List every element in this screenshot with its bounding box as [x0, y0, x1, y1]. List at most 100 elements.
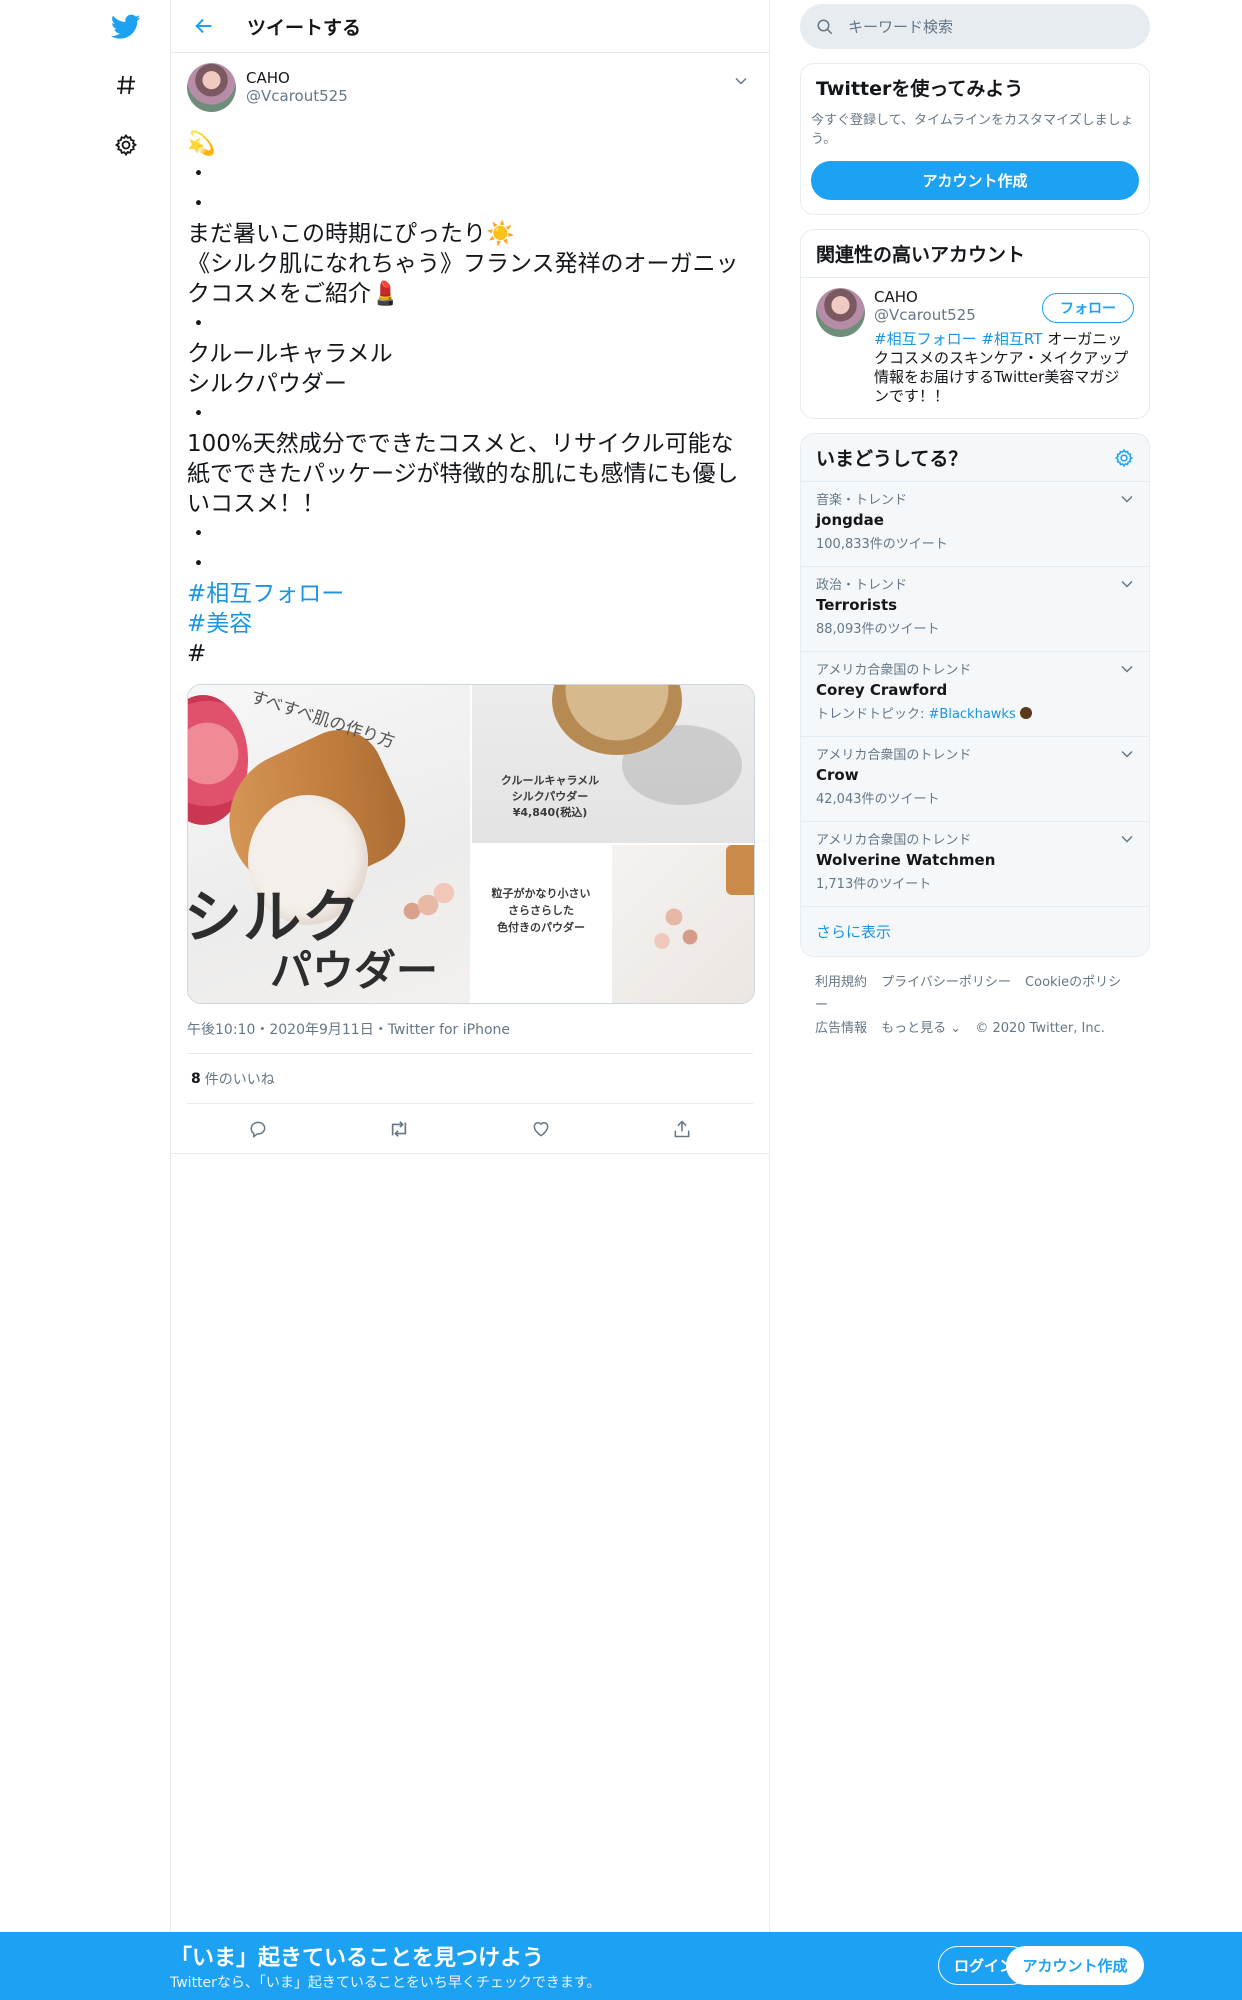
- signup-card-title: Twitterを使ってみよう: [816, 78, 1024, 100]
- chevron-down-icon[interactable]: [1120, 662, 1134, 676]
- trend-topic-hashtag[interactable]: #Blackhawks: [929, 707, 1016, 722]
- trends-settings-gear-icon[interactable]: [1114, 448, 1134, 468]
- trend-topic: トレンドトピック: #Blackhawks: [816, 706, 1134, 724]
- trend-category: 音楽・トレンド: [816, 493, 908, 508]
- hashtag-link[interactable]: #美容: [187, 609, 753, 639]
- footer: 利用規約 プライバシーポリシー Cookieのポリシー 広告情報 もっと見る ⌄…: [800, 957, 1150, 1054]
- footer-privacy-link[interactable]: プライバシーポリシー: [881, 975, 1011, 990]
- related-avatar[interactable]: [816, 288, 865, 337]
- left-nav: [0, 0, 170, 2000]
- related-accounts-card: 関連性の高いアカウント CAHO @Vcarout525 #相互フォロー #相互…: [800, 229, 1150, 419]
- tweet-line: 100%天然成分でできたコスメと、リサイクル可能な紙でできたパッケージが特徴的な…: [187, 431, 739, 517]
- tweet-line: 💫: [187, 131, 216, 157]
- related-bio: #相互フォロー #相互RT オーガニックコスメのスキンケア・メイクアップ情報をお…: [874, 330, 1134, 406]
- tweet-line: シルクパウダー: [187, 371, 347, 397]
- hashtag-link[interactable]: #相互フォロー: [187, 579, 753, 609]
- likes-number: 8: [191, 1070, 201, 1087]
- main-column: ツイートする CAHO @Vcarout525 💫 ・ ・ まだ暑いこの時期にぴ…: [170, 0, 770, 1932]
- trend-count: 1,713件のツイート: [816, 877, 932, 892]
- tweet-actions: [187, 1104, 753, 1153]
- tweet-line: クルールキャラメル: [187, 341, 393, 367]
- media-caption: パウダー: [270, 946, 439, 995]
- media-image-2[interactable]: クルールキャラメル シルクパウダー ¥4,840(税込): [472, 685, 754, 843]
- reply-icon[interactable]: [241, 1112, 275, 1146]
- chevron-down-icon[interactable]: [1120, 492, 1134, 506]
- chevron-down-icon[interactable]: [1120, 832, 1134, 846]
- trend-name: Terrorists: [816, 596, 898, 614]
- trend-item[interactable]: アメリカ合衆国のトレンド Corey Crawford トレンドトピック: #B…: [801, 652, 1149, 737]
- right-sidebar: キーワード検索 Twitterを使ってみよう 今すぐ登録して、タイムラインをカス…: [800, 0, 1150, 1054]
- create-account-button[interactable]: アカウント作成: [811, 161, 1139, 200]
- signup-button[interactable]: アカウント作成: [1006, 1946, 1144, 1985]
- back-arrow-icon[interactable]: [187, 9, 221, 43]
- tweet-text: 💫 ・ ・ まだ暑いこの時期にぴったり☀️ 《シルク肌になれちゃう》フランス発祥…: [187, 129, 753, 669]
- trend-name: Corey Crawford: [816, 681, 948, 699]
- trend-name: Crow: [816, 766, 859, 784]
- like-heart-icon[interactable]: [524, 1112, 558, 1146]
- tweet-media-grid[interactable]: すべすべ肌の作り方 シルク パウダー クルールキャラメル シルクパウダー ¥4,…: [187, 684, 755, 1004]
- media-caption-line: クルールキャラメル: [500, 774, 600, 787]
- trend-name: Wolverine Watchmen: [816, 851, 996, 869]
- show-more-link[interactable]: さらに表示: [801, 907, 1149, 956]
- retweet-icon[interactable]: [382, 1112, 416, 1146]
- search-box[interactable]: キーワード検索: [800, 4, 1150, 49]
- trends-header: いまどうしてる？: [801, 434, 1149, 482]
- bottom-bar-subtitle: Twitterなら、「いま」起きていることをいち早くチェックできます。: [170, 1975, 601, 1991]
- footer-terms-link[interactable]: 利用規約: [815, 975, 867, 990]
- tweet-menu-chevron-icon[interactable]: [729, 69, 753, 93]
- tweet-trailing-hash: #: [187, 641, 207, 667]
- powder-image: [642, 885, 722, 965]
- chevron-down-icon[interactable]: [1120, 577, 1134, 591]
- divider: [171, 1153, 769, 1154]
- bio-hashtag-link[interactable]: #相互フォロー: [874, 330, 977, 348]
- chevron-down-icon[interactable]: [1120, 747, 1134, 761]
- bio-hashtag-link[interactable]: #相互RT: [981, 330, 1042, 348]
- media-image-3[interactable]: 粒子がかなり小さい さらさらした 色付きのパウダー: [472, 845, 610, 1003]
- tweet: CAHO @Vcarout525 💫 ・ ・ まだ暑いこの時期にぴったり☀️ 《…: [171, 53, 769, 1154]
- media-caption: クルールキャラメル シルクパウダー ¥4,840(税込): [490, 773, 610, 821]
- footer-ads-link[interactable]: 広告情報: [815, 1021, 867, 1036]
- tweet-timestamp[interactable]: 午後10:10・2020年9月11日・Twitter for iPhone: [187, 1020, 753, 1054]
- media-image-1[interactable]: すべすべ肌の作り方 シルク パウダー: [188, 685, 470, 1003]
- tweet-line: ・: [187, 551, 210, 577]
- trend-item[interactable]: 音楽・トレンド jongdae 100,833件のツイート: [801, 482, 1149, 567]
- follow-button[interactable]: フォロー: [1042, 293, 1134, 323]
- share-icon[interactable]: [665, 1112, 699, 1146]
- search-icon: [817, 19, 833, 34]
- likes-count[interactable]: 8 件のいいね: [187, 1054, 753, 1104]
- jar-image: [726, 845, 754, 895]
- trend-count: 100,833件のツイート: [816, 537, 948, 552]
- trend-item[interactable]: アメリカ合衆国のトレンド Crow 42,043件のツイート: [801, 737, 1149, 822]
- trend-category: アメリカ合衆国のトレンド: [816, 748, 972, 763]
- media-image-4[interactable]: [612, 845, 754, 1003]
- settings-gear-icon[interactable]: [105, 124, 147, 166]
- related-title: 関連性の高いアカウント: [801, 230, 1149, 278]
- likes-label: 件のいいね: [204, 1071, 275, 1088]
- media-caption-line: 色付きのパウダー: [497, 921, 585, 934]
- powder-image: [388, 875, 468, 935]
- related-account[interactable]: CAHO @Vcarout525 #相互フォロー #相互RT オーガニックコスメ…: [801, 278, 1149, 418]
- trend-item[interactable]: 政治・トレンド Terrorists 88,093件のツイート: [801, 567, 1149, 652]
- trend-count: 88,093件のツイート: [816, 622, 940, 637]
- author-name[interactable]: CAHO: [246, 69, 348, 87]
- twitter-logo-icon[interactable]: [105, 6, 147, 48]
- main-header: ツイートする: [171, 0, 769, 53]
- tweet-line: ・: [187, 401, 210, 427]
- author-handle[interactable]: @Vcarout525: [246, 87, 348, 105]
- media-caption-line: 粒子がかなり小さい: [491, 887, 591, 900]
- tweet-line: ・: [187, 191, 210, 217]
- tweet-line: まだ暑いこの時期にぴったり☀️: [187, 221, 515, 247]
- trend-category: アメリカ合衆国のトレンド: [816, 833, 972, 848]
- trend-count: 42,043件のツイート: [816, 792, 940, 807]
- author-avatar[interactable]: [187, 63, 236, 112]
- explore-hashtag-icon[interactable]: [105, 64, 147, 106]
- hockey-emoji-icon: [1019, 707, 1032, 719]
- footer-more-link[interactable]: もっと見る ⌄: [881, 1021, 961, 1036]
- media-caption: 粒子がかなり小さい さらさらした 色付きのパウダー: [472, 885, 610, 936]
- tweet-line: ・: [187, 161, 210, 187]
- trend-item[interactable]: アメリカ合衆国のトレンド Wolverine Watchmen 1,713件のツ…: [801, 822, 1149, 907]
- tweet-line: 《シルク肌になれちゃう》フランス発祥のオーガニックコスメをご紹介💄: [187, 251, 739, 307]
- bottom-signup-bar: 「いま」起きていることを見つけよう Twitterなら、「いま」起きていることを…: [0, 1932, 1242, 2000]
- search-input[interactable]: キーワード検索: [848, 16, 953, 37]
- footer-copyright: © 2020 Twitter, Inc.: [975, 1021, 1105, 1036]
